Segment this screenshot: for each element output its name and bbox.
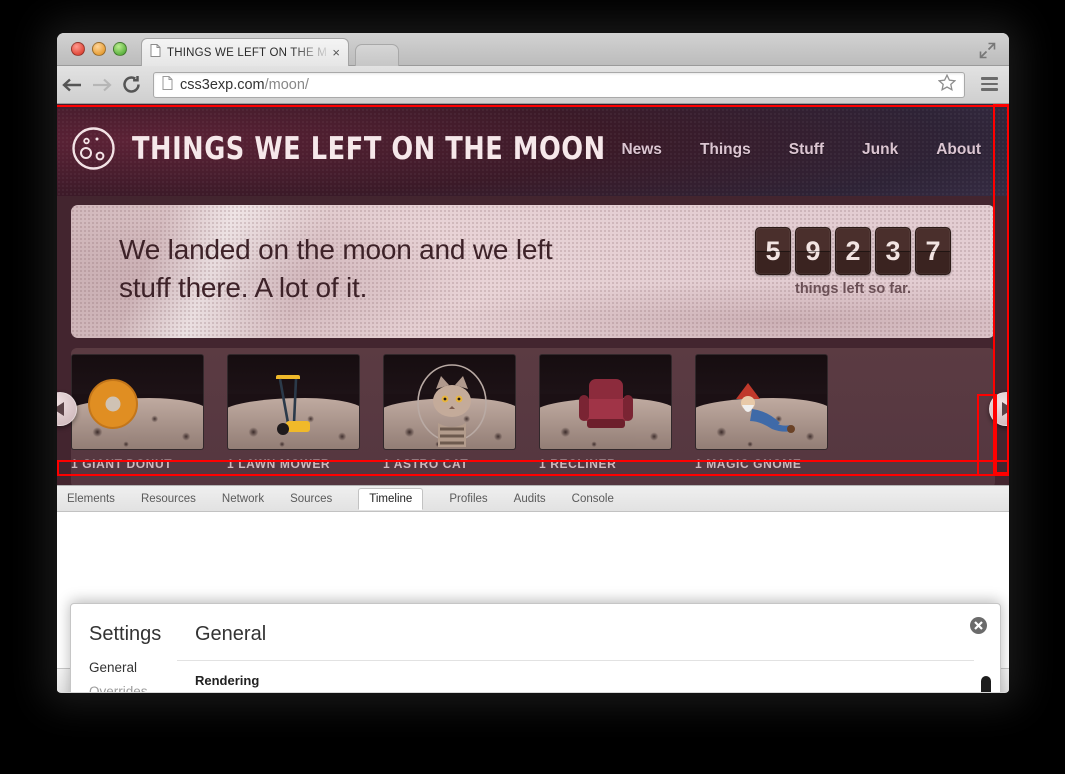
carousel-track: 1 GIANT DONUT 1 LAWN MOWER 1 ASTRO CAT 1…	[71, 354, 828, 471]
card-thumbnail	[227, 354, 360, 450]
devtools-tab-network[interactable]: Network	[222, 493, 264, 505]
minimize-window-button[interactable]	[92, 42, 106, 56]
settings-panel-title: Settings	[89, 623, 162, 645]
card-caption: 1 LAWN MOWER	[227, 457, 331, 471]
url-path: /moon/	[264, 77, 309, 93]
counter-digit: 3	[875, 227, 911, 275]
card-caption: 1 RECLINER	[539, 457, 617, 471]
settings-group-title: Rendering	[195, 673, 260, 688]
cat-icon	[414, 359, 490, 449]
menu-line	[981, 77, 998, 80]
settings-sidebar-item-overrides[interactable]: Overrides	[89, 684, 177, 692]
tab-strip: THINGS WE LEFT ON THE MOON ×	[57, 33, 1009, 66]
carousel-next-button[interactable]	[989, 392, 1009, 426]
nav-item-junk[interactable]: Junk	[862, 141, 898, 159]
devtools-tab-resources[interactable]: Resources	[141, 493, 196, 505]
close-window-button[interactable]	[71, 42, 85, 56]
menu-line	[981, 82, 998, 86]
nav-item-stuff[interactable]: Stuff	[789, 141, 824, 159]
carousel: 1 GIANT DONUT 1 LAWN MOWER 1 ASTRO CAT 1…	[57, 348, 1009, 488]
maximize-icon[interactable]	[979, 42, 996, 64]
menu-line	[981, 88, 998, 91]
close-icon[interactable]	[969, 616, 988, 640]
card-thumbnail	[71, 354, 204, 450]
card-thumbnail	[695, 354, 828, 450]
counter-digit: 2	[835, 227, 871, 275]
settings-header: Settings General	[71, 604, 1000, 646]
address-bar[interactable]: css3exp.com/moon/	[153, 72, 965, 98]
devtools-tab-audits[interactable]: Audits	[514, 493, 546, 505]
browser-window: THINGS WE LEFT ON THE MOON ×	[57, 33, 1009, 693]
settings-scrollbar[interactable]	[981, 676, 991, 692]
counter-widget: 5 9 2 3 7 things left so far.	[755, 227, 951, 297]
nav-item-things[interactable]: Things	[700, 141, 751, 159]
settings-main: Rendering Show paint rectangles Show FPS…	[177, 660, 974, 692]
chevron-right-icon	[1002, 402, 1009, 416]
counter-digit: 5	[755, 227, 791, 275]
settings-sidebar: General Overrides Shortcuts	[71, 660, 177, 692]
back-button[interactable]	[57, 77, 87, 93]
chevron-left-icon	[57, 402, 64, 416]
new-tab-button[interactable]	[355, 44, 399, 66]
site-title: Things we left on the moon	[132, 130, 606, 167]
donut-icon	[86, 377, 140, 436]
site-nav: News Things Stuff Junk About	[621, 141, 981, 159]
carousel-card[interactable]: 1 ASTRO CAT	[383, 354, 516, 471]
screenshot-root: THINGS WE LEFT ON THE MOON ×	[0, 0, 1065, 774]
hero-headline-line-2: stuff there. A lot of it.	[119, 272, 368, 304]
moon-icon	[71, 126, 116, 171]
devtools-tab-console[interactable]: Console	[572, 493, 614, 505]
bookmark-star-icon[interactable]	[937, 73, 957, 96]
card-thumbnail	[539, 354, 672, 450]
settings-section-title: General	[195, 623, 267, 645]
counter-digit: 9	[795, 227, 831, 275]
mower-icon	[266, 365, 320, 448]
nav-item-news[interactable]: News	[621, 141, 662, 159]
page-viewport: Things we left on the moon News Things S…	[57, 104, 1009, 692]
site-header: Things we left on the moon News Things S…	[57, 104, 1009, 196]
browser-tab[interactable]: THINGS WE LEFT ON THE MOON ×	[141, 38, 349, 66]
devtools-settings-dialog: Settings General General Overrides Short…	[70, 603, 1001, 692]
settings-body: General Overrides Shortcuts Rendering Sh…	[71, 660, 1000, 692]
window-controls	[71, 42, 127, 56]
settings-sidebar-item-general[interactable]: General	[89, 660, 177, 675]
card-caption: 1 GIANT DONUT	[71, 457, 173, 471]
site-brand[interactable]: Things we left on the moon	[71, 126, 647, 171]
browser-toolbar: css3exp.com/moon/	[57, 66, 1009, 104]
devtools-tab-elements[interactable]: Elements	[67, 493, 115, 505]
gnome-icon	[730, 377, 796, 444]
carousel-card[interactable]: 1 RECLINER	[539, 354, 672, 471]
hero-banner: We landed on the moon and we left stuff …	[71, 205, 995, 338]
nav-item-about[interactable]: About	[936, 141, 981, 159]
page-favicon-icon	[162, 75, 173, 95]
devtools-tab-profiles[interactable]: Profiles	[449, 493, 487, 505]
carousel-card[interactable]: 1 MAGIC GNOME	[695, 354, 828, 471]
card-thumbnail	[383, 354, 516, 450]
devtools-tab-timeline[interactable]: Timeline	[358, 487, 424, 510]
reload-button[interactable]	[117, 75, 147, 94]
zoom-window-button[interactable]	[113, 42, 127, 56]
hero-headline-line-1: We landed on the moon and we left	[119, 234, 553, 265]
devtools-tabbar: Elements Resources Network Sources Timel…	[57, 486, 1009, 512]
carousel-card[interactable]: 1 LAWN MOWER	[227, 354, 360, 471]
devtools-tab-sources[interactable]: Sources	[290, 493, 332, 505]
url-host: css3exp.com	[180, 77, 265, 93]
tab-title: THINGS WE LEFT ON THE MOON	[167, 46, 327, 59]
carousel-card[interactable]: 1 GIANT DONUT	[71, 354, 204, 471]
counter-label: things left so far.	[794, 281, 911, 297]
forward-button[interactable]	[87, 77, 117, 93]
hero-headline: We landed on the moon and we left stuff …	[119, 231, 553, 308]
counter-digits: 5 9 2 3 7	[755, 227, 951, 275]
document-icon	[150, 43, 161, 62]
card-caption: 1 ASTRO CAT	[383, 457, 469, 471]
browser-menu-icon[interactable]	[981, 77, 998, 94]
recliner-icon	[577, 375, 635, 442]
card-caption: 1 MAGIC GNOME	[695, 457, 802, 471]
url-text: css3exp.com/moon/	[180, 77, 938, 93]
counter-digit: 7	[915, 227, 951, 275]
tab-close-icon[interactable]: ×	[332, 46, 340, 59]
